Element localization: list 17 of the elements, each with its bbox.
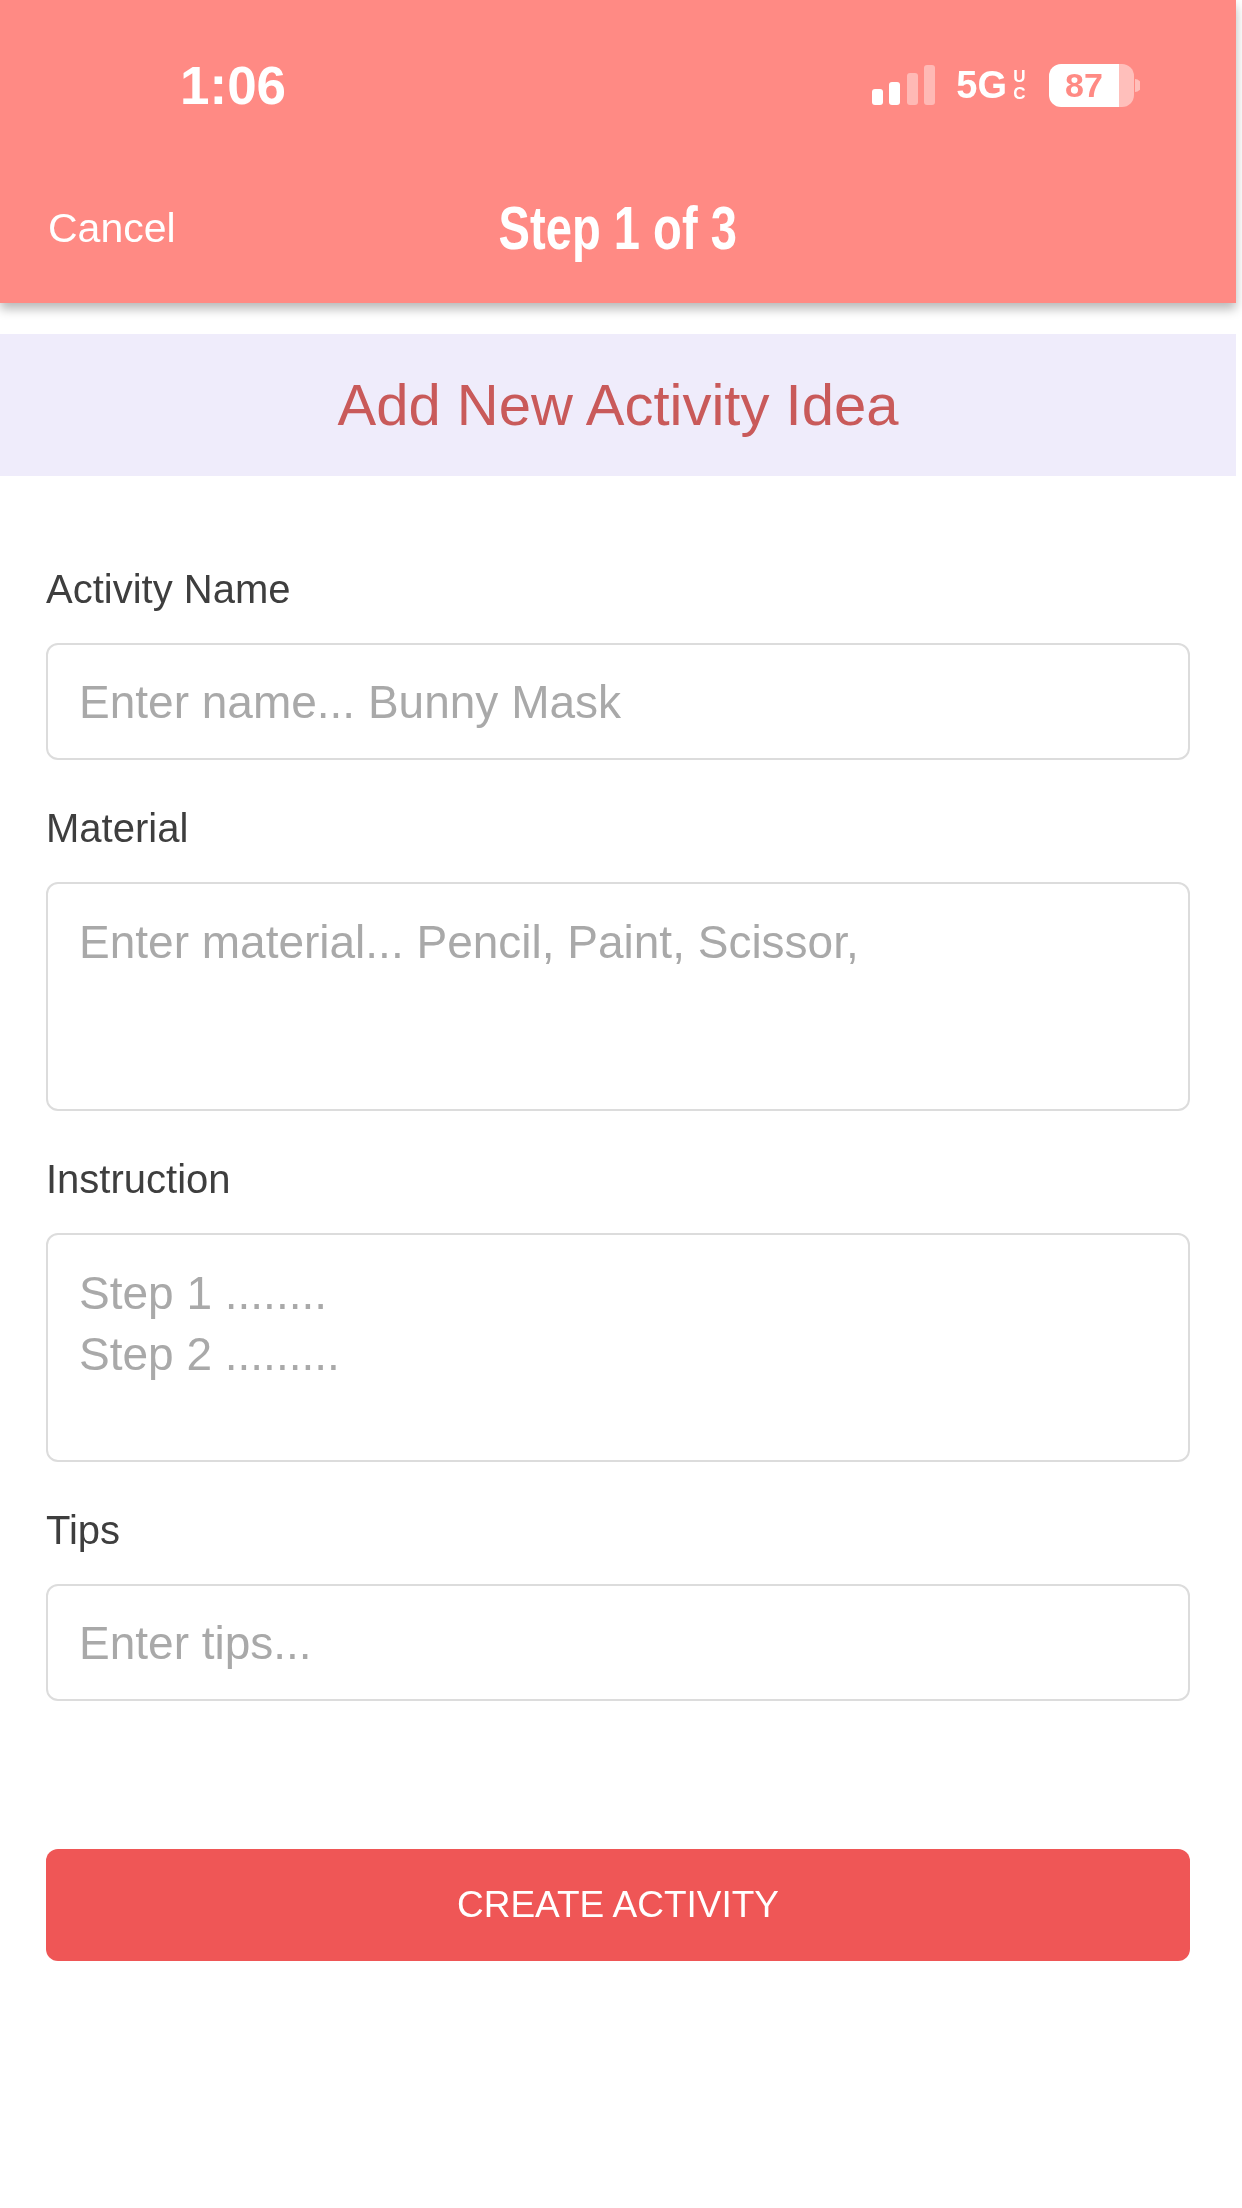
input-field[interactable]: Enter name... Bunny Mask — [46, 643, 1190, 760]
battery-end-icon — [1119, 63, 1140, 107]
field-label: Tips — [46, 1507, 122, 1554]
step-title: Step 1 of 3 — [498, 194, 738, 263]
network-label: 5G — [956, 66, 1007, 104]
input-field[interactable]: Enter tips... — [46, 1584, 1190, 1701]
cancel-button[interactable]: Cancel — [48, 205, 176, 252]
text-area[interactable]: Step 1 ........ Step 2 ......... — [46, 1233, 1190, 1462]
text-area[interactable]: Enter material... Pencil, Paint, Scissor, — [46, 882, 1190, 1111]
page-heading: Add New Activity Idea — [337, 373, 899, 437]
field-label: Instruction — [46, 1156, 232, 1203]
field-label: Activity Name — [46, 566, 292, 613]
network-suffix-label: UC — [1012, 68, 1027, 102]
create-activity-button[interactable]: CREATE ACTIVITY — [46, 1849, 1190, 1961]
field-label: Material — [46, 805, 190, 852]
status-time: 1:06 — [180, 58, 287, 112]
signal-icon — [872, 65, 936, 105]
